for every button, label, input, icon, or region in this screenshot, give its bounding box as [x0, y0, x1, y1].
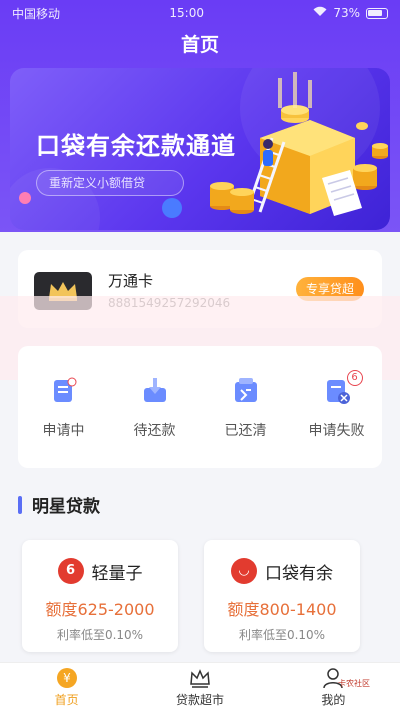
battery-percent: 73%: [333, 6, 360, 20]
card-name: 万通卡: [108, 272, 154, 290]
watermark-logo: 卡农社区: [338, 679, 370, 688]
tab-label: 贷款超市: [175, 693, 224, 707]
battery-icon: [366, 7, 388, 19]
loan-product-card[interactable]: ◡ 口袋有余 额度800-1400 利率低至0.10%: [204, 540, 360, 652]
loan-name: 轻量子: [91, 563, 143, 584]
section-title: 明星贷款: [32, 497, 100, 517]
status-label: 申请中: [42, 423, 85, 439]
loan-amount: 额度625-2000: [45, 600, 155, 619]
status-paid-off[interactable]: 已还清: [206, 376, 286, 468]
loan-name: 口袋有余: [265, 563, 333, 584]
loan-rate: 利率低至0.10%: [238, 628, 326, 642]
status-applying[interactable]: 申请中: [24, 376, 104, 468]
tab-loan-market[interactable]: 贷款超市: [133, 663, 266, 711]
page-title: 首页: [180, 34, 219, 56]
promo-banner[interactable]: 口袋有余还款通道 重新定义小额借贷: [10, 68, 390, 230]
status-failed[interactable]: 6 申请失败: [297, 370, 377, 468]
paid-check-icon: [234, 378, 257, 402]
status-pending-repay[interactable]: 待还款: [115, 376, 195, 468]
tab-label: 首页: [54, 693, 79, 707]
loan-logo-icon: ◡: [231, 558, 257, 584]
status-label: 已还清: [224, 423, 267, 439]
banner-headline: 口袋有余还款通道: [36, 132, 236, 160]
loan-amount: 额度800-1400: [227, 600, 337, 619]
tab-home[interactable]: ¥ 首页: [0, 663, 133, 711]
tab-label: 我的: [321, 693, 346, 707]
clock-text: 15:00: [169, 6, 204, 20]
status-label: 待还款: [133, 423, 176, 439]
wifi-icon: [313, 6, 327, 20]
status-label: 申请失败: [308, 423, 365, 439]
crown-icon: [190, 669, 210, 688]
loan-logo-icon: 6: [57, 558, 84, 584]
document-icon: [53, 377, 76, 402]
banner-subline: 重新定义小额借贷: [36, 170, 184, 196]
tab-mine[interactable]: 我的: [267, 663, 400, 711]
carrier-text: 中国移动: [12, 6, 61, 21]
loan-rate: 利率低至0.10%: [56, 628, 144, 642]
loan-product-card[interactable]: 6 轻量子 额度625-2000 利率低至0.10%: [22, 540, 178, 652]
home-yen-icon: ¥: [56, 668, 77, 688]
section-header: 明星贷款: [18, 492, 100, 517]
section-accent-bar: [18, 495, 22, 514]
svg-text:¥: ¥: [63, 671, 71, 685]
status-bar: 中国移动 15:00 73%: [0, 0, 400, 26]
failed-count-badge: 6: [346, 370, 363, 386]
loan-status-panel: 申请中 待还款 已还清 6 申请失败: [18, 346, 382, 468]
inbox-download-icon: [143, 378, 166, 402]
